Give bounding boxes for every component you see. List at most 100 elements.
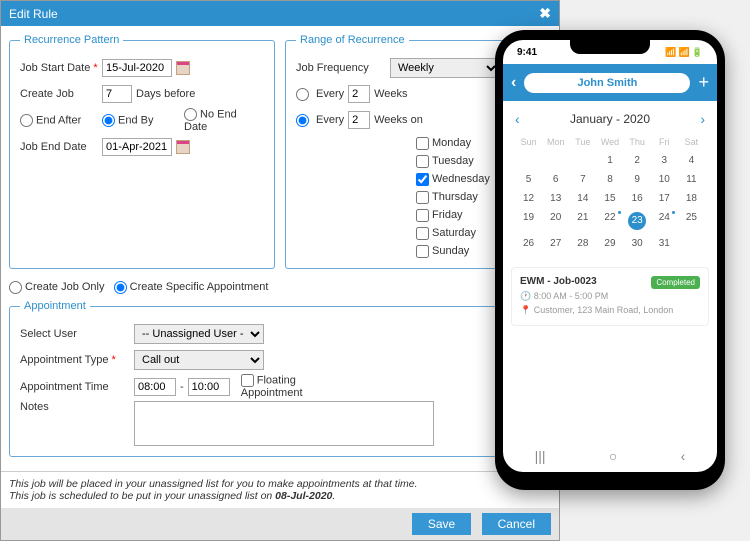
plus-icon[interactable]: + bbox=[698, 72, 709, 93]
create-specific-radio[interactable] bbox=[114, 281, 127, 294]
edit-rule-dialog: Edit Rule ✖ Recurrence Pattern Job Start… bbox=[0, 0, 560, 541]
calendar-day[interactable]: 13 bbox=[542, 193, 569, 204]
next-month-icon[interactable]: › bbox=[700, 111, 705, 127]
start-date-input[interactable] bbox=[102, 59, 172, 77]
time-to-input[interactable] bbox=[188, 378, 230, 396]
calendar-day[interactable]: 29 bbox=[596, 238, 623, 249]
calendar-day[interactable]: 22 bbox=[596, 212, 623, 230]
job-card[interactable]: Completed EWM - Job-0023 🕐 8:00 AM - 5:0… bbox=[511, 267, 709, 326]
recurrence-legend: Recurrence Pattern bbox=[20, 34, 123, 46]
calendar-icon[interactable] bbox=[176, 61, 190, 75]
day-checkbox[interactable] bbox=[416, 209, 429, 222]
job-time: 🕐 8:00 AM - 5:00 PM bbox=[520, 290, 700, 304]
calendar-day[interactable]: 2 bbox=[624, 155, 651, 166]
appointment-fieldset: Appointment Select User -- Unassigned Us… bbox=[9, 300, 551, 457]
phone-nav-bar: ||| ○ ‹ bbox=[503, 440, 717, 472]
no-end-radio[interactable] bbox=[184, 108, 197, 121]
calendar-day[interactable]: 5 bbox=[515, 174, 542, 185]
calendar-day[interactable]: 20 bbox=[542, 212, 569, 230]
close-icon[interactable]: ✖ bbox=[539, 5, 551, 22]
calendar-day[interactable]: 28 bbox=[569, 238, 596, 249]
save-button[interactable]: Save bbox=[412, 513, 471, 535]
every-weeks-input[interactable] bbox=[348, 85, 370, 103]
calendar-day[interactable]: 19 bbox=[515, 212, 542, 230]
day-checkbox[interactable] bbox=[416, 227, 429, 240]
status-icons: 📶📶🔋 bbox=[663, 47, 703, 58]
day-checkbox[interactable] bbox=[416, 191, 429, 204]
every-weeks-on-input[interactable] bbox=[348, 111, 370, 129]
calendar-day[interactable]: 26 bbox=[515, 238, 542, 249]
calendar-day[interactable]: 3 bbox=[651, 155, 678, 166]
appt-time-label: Appointment Time bbox=[20, 381, 130, 393]
every-weeks-on-radio[interactable] bbox=[296, 114, 309, 127]
calendar-day[interactable]: 21 bbox=[569, 212, 596, 230]
recents-icon[interactable]: ||| bbox=[535, 448, 546, 464]
recurrence-pattern-fieldset: Recurrence Pattern Job Start Date * Crea… bbox=[9, 34, 275, 269]
phone-time: 9:41 bbox=[517, 47, 537, 58]
calendar-day bbox=[569, 155, 596, 166]
create-job-label: Create Job bbox=[20, 88, 98, 100]
phone-notch bbox=[570, 40, 650, 54]
end-by-radio[interactable] bbox=[102, 114, 115, 127]
cancel-button[interactable]: Cancel bbox=[482, 513, 551, 535]
calendar-day[interactable]: 9 bbox=[624, 174, 651, 185]
status-badge: Completed bbox=[651, 276, 700, 289]
every-weeks-radio[interactable] bbox=[296, 88, 309, 101]
end-date-input[interactable] bbox=[102, 138, 172, 156]
appt-type-select[interactable]: Call out bbox=[134, 350, 264, 370]
day-checkbox[interactable] bbox=[416, 155, 429, 168]
home-icon[interactable]: ○ bbox=[609, 448, 617, 464]
calendar-day[interactable]: 23 bbox=[624, 212, 651, 230]
calendar-day[interactable]: 16 bbox=[624, 193, 651, 204]
range-legend: Range of Recurrence bbox=[296, 34, 409, 46]
calendar-day[interactable]: 7 bbox=[569, 174, 596, 185]
start-date-label: Job Start Date * bbox=[20, 62, 98, 74]
dialog-buttons: Save Cancel bbox=[1, 508, 559, 540]
back-icon[interactable]: ‹ bbox=[511, 74, 516, 92]
frequency-select[interactable]: Weekly bbox=[390, 58, 500, 78]
calendar-day[interactable]: 17 bbox=[651, 193, 678, 204]
days-before-suffix: Days before bbox=[136, 88, 195, 100]
create-job-only-radio[interactable] bbox=[9, 281, 22, 294]
calendar-day[interactable]: 25 bbox=[678, 212, 705, 230]
calendar-month: January - 2020 bbox=[570, 112, 650, 126]
calendar-day[interactable]: 18 bbox=[678, 193, 705, 204]
time-from-input[interactable] bbox=[134, 378, 176, 396]
create-mode-row: Create Job Only Create Specific Appointm… bbox=[9, 281, 551, 294]
calendar-day[interactable]: 4 bbox=[678, 155, 705, 166]
calendar-icon[interactable] bbox=[176, 140, 190, 154]
job-location: 📍 Customer, 123 Main Road, London bbox=[520, 304, 700, 318]
calendar-day[interactable]: 27 bbox=[542, 238, 569, 249]
calendar-day bbox=[542, 155, 569, 166]
end-date-label: Job End Date bbox=[20, 141, 98, 153]
floating-checkbox[interactable] bbox=[241, 374, 254, 387]
notes-label: Notes bbox=[20, 401, 130, 413]
calendar-day[interactable]: 12 bbox=[515, 193, 542, 204]
calendar-day[interactable]: 6 bbox=[542, 174, 569, 185]
calendar-day[interactable]: 24 bbox=[651, 212, 678, 230]
calendar-day[interactable]: 14 bbox=[569, 193, 596, 204]
day-checkbox[interactable] bbox=[416, 245, 429, 258]
calendar-day[interactable]: 15 bbox=[596, 193, 623, 204]
select-user-select[interactable]: -- Unassigned User -- bbox=[134, 324, 264, 344]
calendar-grid: SunMonTueWedThuFriSat1234567891011121314… bbox=[515, 137, 705, 249]
user-pill[interactable]: John Smith bbox=[524, 73, 690, 93]
day-checkbox[interactable] bbox=[416, 137, 429, 150]
dialog-header: Edit Rule ✖ bbox=[1, 1, 559, 26]
calendar-day[interactable]: 8 bbox=[596, 174, 623, 185]
day-checkbox[interactable] bbox=[416, 173, 429, 186]
notes-textarea[interactable] bbox=[134, 401, 434, 446]
calendar-day bbox=[515, 155, 542, 166]
calendar-day[interactable]: 31 bbox=[651, 238, 678, 249]
prev-month-icon[interactable]: ‹ bbox=[515, 111, 520, 127]
calendar-day[interactable]: 11 bbox=[678, 174, 705, 185]
calendar-day[interactable]: 10 bbox=[651, 174, 678, 185]
phone-mockup: 9:41 📶📶🔋 ‹ John Smith + ‹ January - 2020… bbox=[495, 30, 725, 490]
footer-note: This job will be placed in your unassign… bbox=[1, 471, 559, 508]
days-before-input[interactable] bbox=[102, 85, 132, 103]
phone-app-header: ‹ John Smith + bbox=[503, 64, 717, 101]
calendar-day[interactable]: 30 bbox=[624, 238, 651, 249]
end-after-radio[interactable] bbox=[20, 114, 33, 127]
calendar-day[interactable]: 1 bbox=[596, 155, 623, 166]
back-nav-icon[interactable]: ‹ bbox=[681, 448, 686, 464]
